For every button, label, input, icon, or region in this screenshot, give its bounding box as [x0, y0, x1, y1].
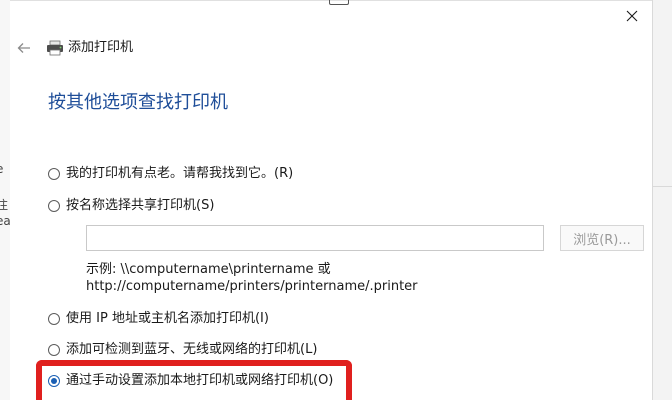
- example-line: http://computername/printers/printername…: [86, 279, 418, 294]
- example-line: 示例: \\computername\printername 或: [86, 262, 331, 277]
- option-label: 按名称选择共享打印机(S): [66, 198, 215, 213]
- option-printer-old[interactable]: 我的打印机有点老。请帮我找到它。(R): [48, 164, 293, 184]
- radio-button-selected[interactable]: [48, 375, 60, 387]
- back-button[interactable]: [12, 36, 36, 60]
- maximize-hint-icon: [329, 0, 349, 5]
- radio-button[interactable]: [48, 168, 60, 180]
- shared-printer-name-input[interactable]: [86, 225, 544, 251]
- page-heading: 按其他选项查找打印机: [48, 92, 228, 113]
- radio-button[interactable]: [48, 313, 60, 325]
- option-label: 通过手动设置添加本地打印机或网络打印机(O): [66, 373, 334, 388]
- printer-icon: [47, 40, 63, 56]
- background-text: 注: [0, 198, 9, 212]
- browse-button[interactable]: 浏览(R)...: [560, 225, 644, 251]
- back-arrow-icon: [17, 43, 30, 53]
- close-icon: [626, 10, 638, 22]
- window-title: 添加打印机: [68, 40, 134, 55]
- option-label: 使用 IP 地址或主机名添加打印机(I): [66, 311, 269, 326]
- radio-button[interactable]: [48, 200, 60, 212]
- background-window-divider: [653, 186, 672, 187]
- option-shared-printer[interactable]: 按名称选择共享打印机(S): [48, 196, 214, 216]
- option-label: 我的打印机有点老。请帮我找到它。(R): [66, 166, 294, 181]
- add-printer-dialog: 添加打印机 按其他选项查找打印机 我的打印机有点老。请帮我找到它。(R) 按名称…: [10, 0, 652, 400]
- screen: e 注 ea 添加打印机 按其他选项查找打印机 我的打: [0, 0, 672, 400]
- background-window-edge: [652, 0, 653, 400]
- close-button[interactable]: [614, 2, 650, 30]
- radio-button[interactable]: [48, 344, 60, 356]
- option-bluetooth-wireless[interactable]: 添加可检测到蓝牙、无线或网络的打印机(L): [48, 340, 317, 360]
- background-text: e: [0, 162, 3, 176]
- option-label: 添加可检测到蓝牙、无线或网络的打印机(L): [66, 342, 318, 357]
- option-manual-local[interactable]: 通过手动设置添加本地打印机或网络打印机(O): [48, 371, 333, 391]
- option-ip-address[interactable]: 使用 IP 地址或主机名添加打印机(I): [48, 309, 269, 329]
